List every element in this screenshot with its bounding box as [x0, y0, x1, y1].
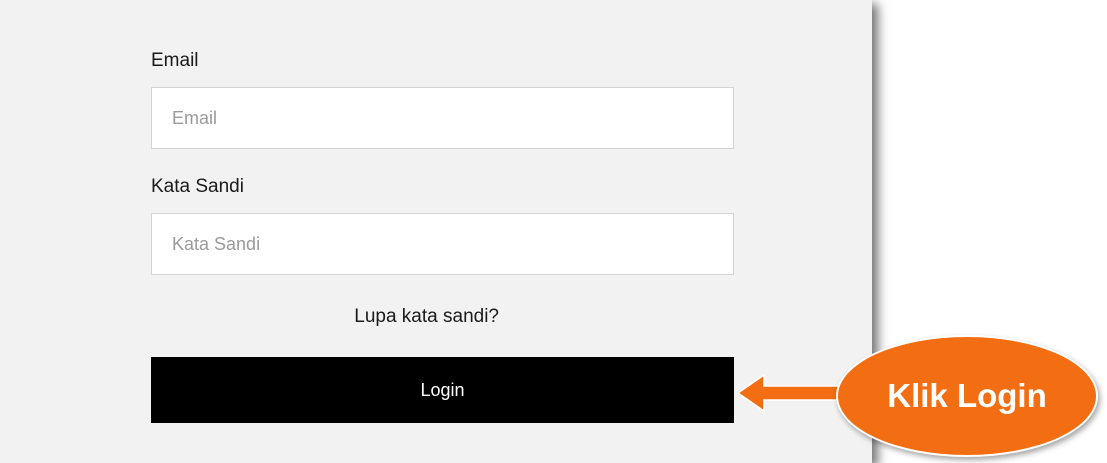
forgot-password-link[interactable]: Lupa kata sandi?: [354, 306, 499, 328]
left-arrow-icon: [738, 373, 848, 413]
email-input[interactable]: [151, 87, 734, 149]
email-label: Email: [151, 50, 199, 71]
password-label: Kata Sandi: [151, 176, 244, 197]
callout-bubble: Klik Login: [836, 335, 1098, 457]
arrow-shape: [738, 373, 848, 413]
callout-text: Klik Login: [887, 377, 1047, 414]
login-button[interactable]: Login: [151, 357, 734, 423]
password-input[interactable]: [151, 213, 734, 275]
